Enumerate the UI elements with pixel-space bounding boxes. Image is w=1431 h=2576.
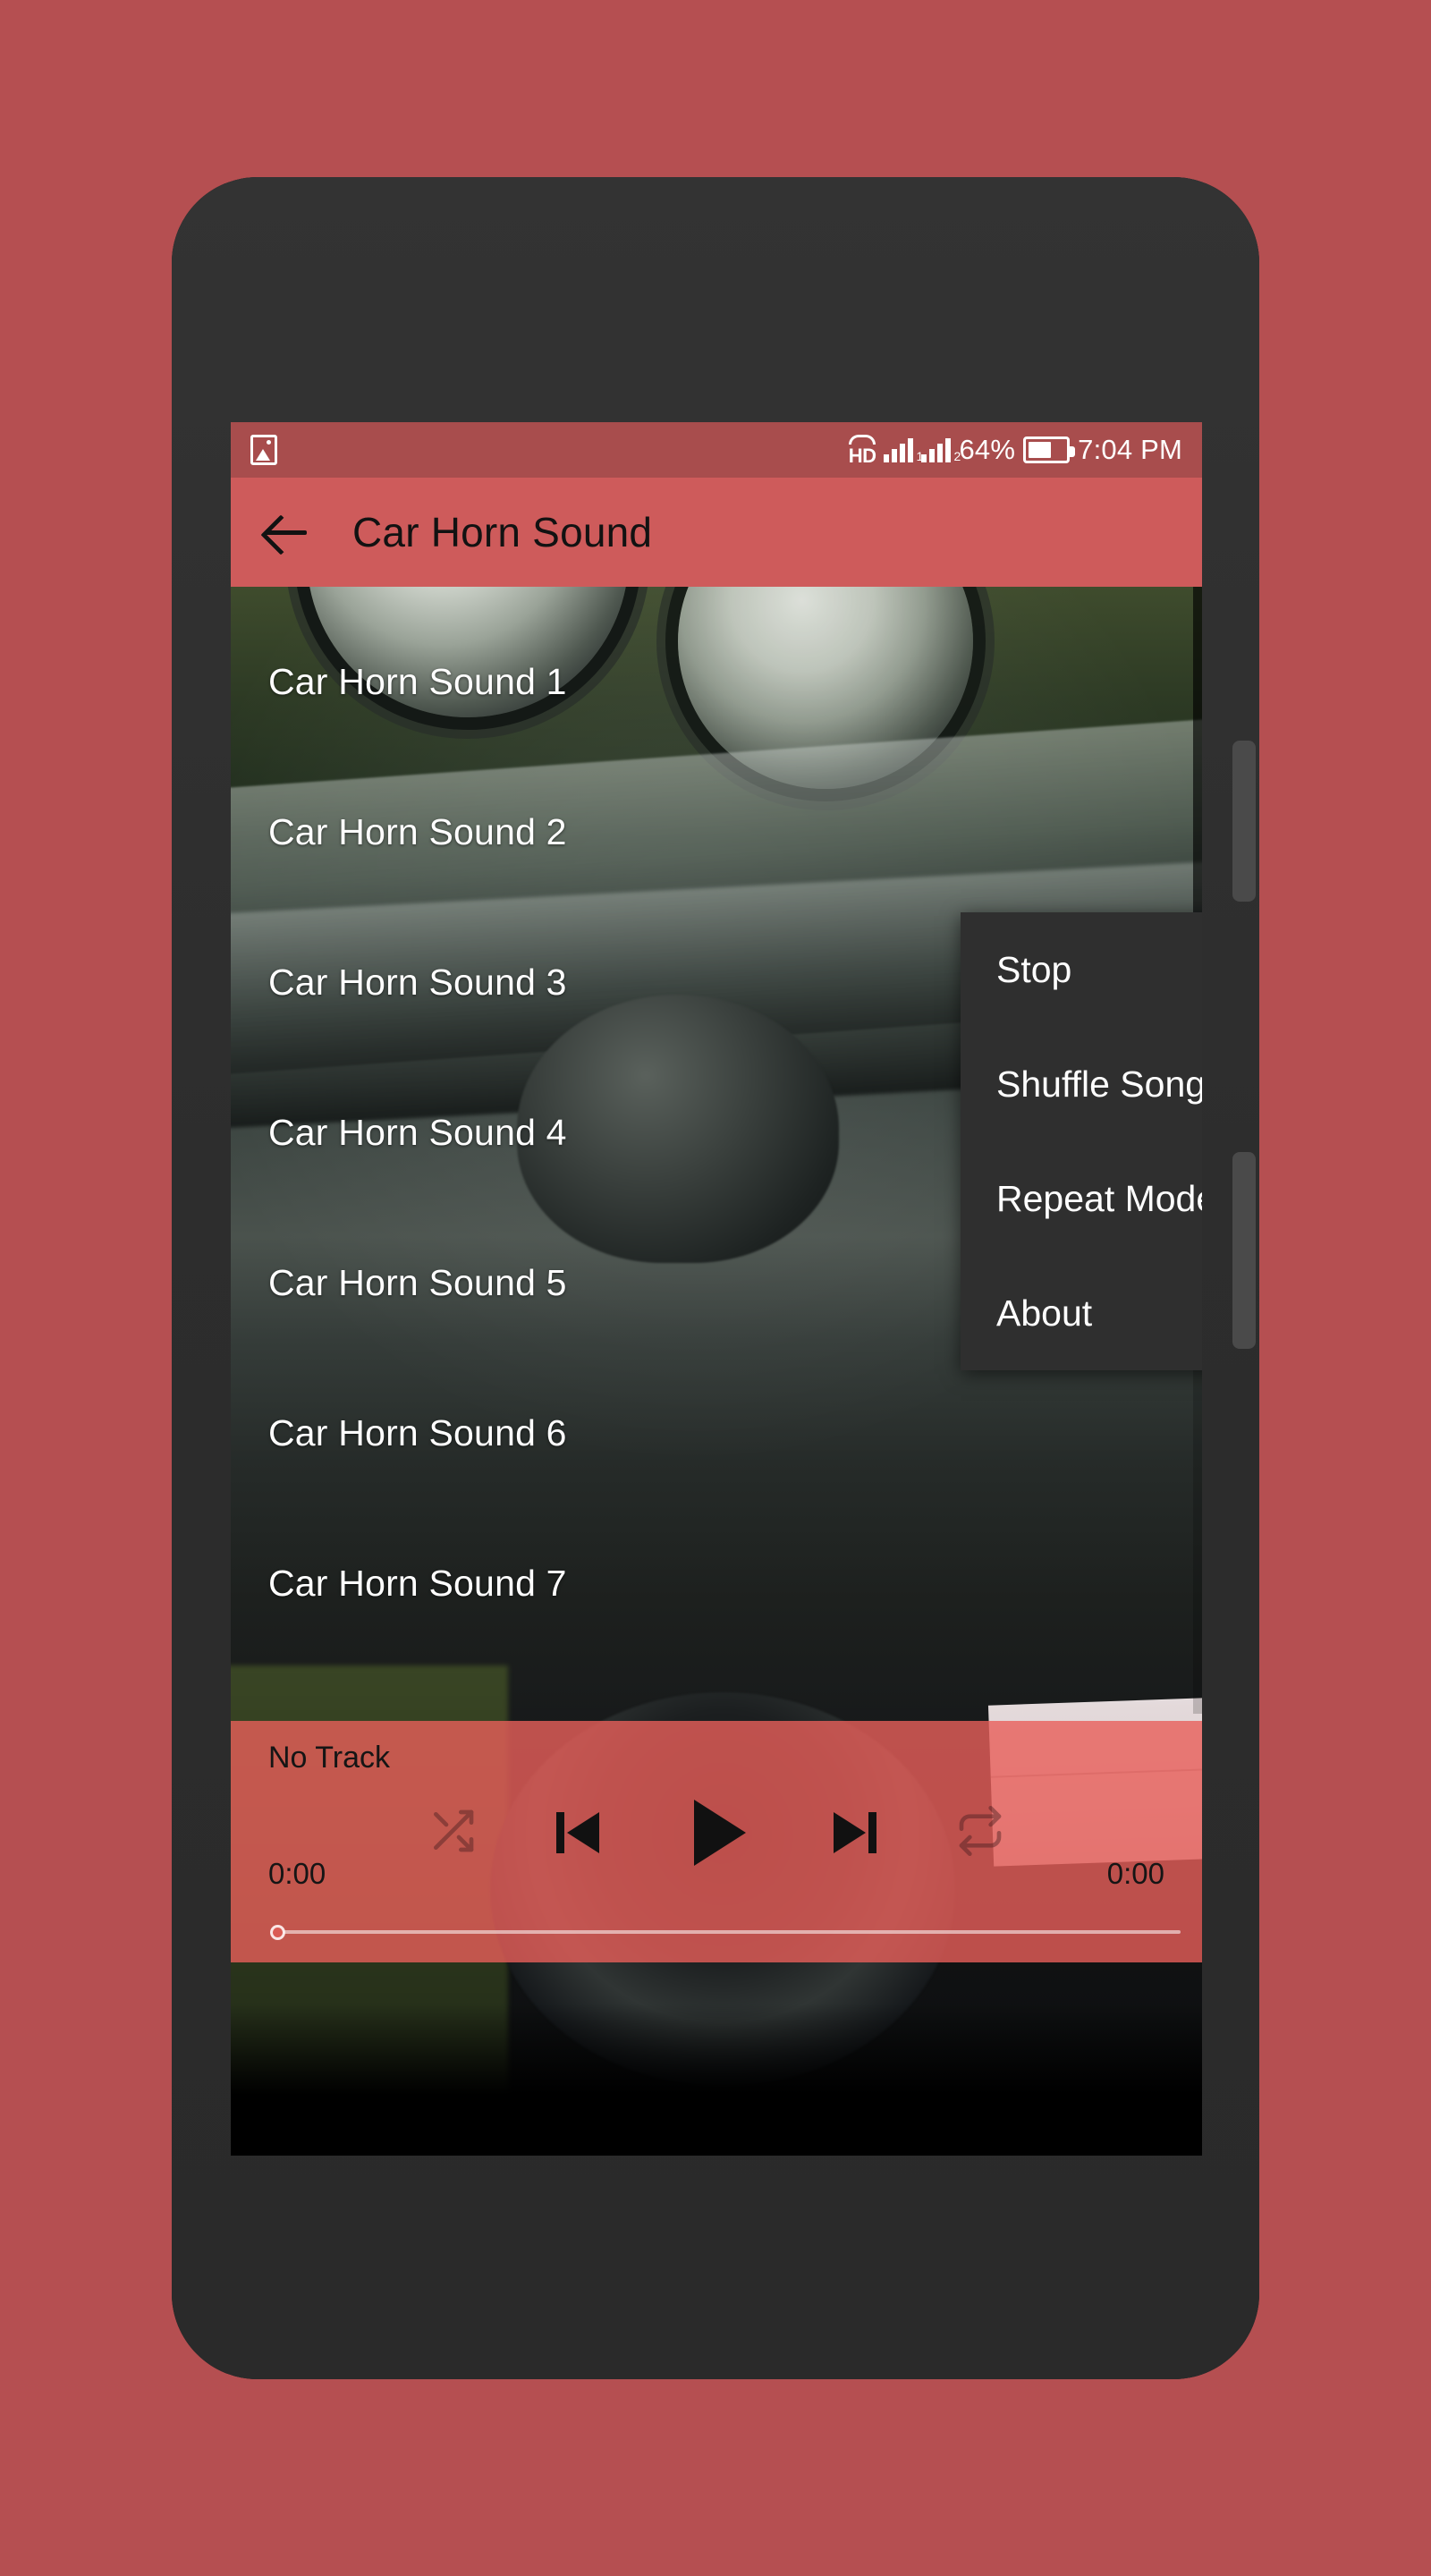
repeat-icon[interactable]	[953, 1805, 1007, 1860]
power-button[interactable]	[1232, 1152, 1256, 1349]
shuffle-icon[interactable]	[426, 1806, 479, 1860]
list-item-label: Car Horn Sound 7	[268, 1562, 567, 1604]
seek-bar[interactable]	[267, 1925, 1181, 1940]
skip-previous-icon[interactable]	[553, 1805, 608, 1860]
menu-item-label: Stop	[996, 948, 1072, 990]
menu-item-label: About	[996, 1292, 1093, 1334]
list-item-label: Car Horn Sound 5	[268, 1261, 567, 1303]
menu-item-shuffle-songs[interactable]: Shuffle Songs	[961, 1027, 1202, 1141]
menu-item-label: Repeat Mode	[996, 1177, 1202, 1219]
menu-item-about[interactable]: About	[961, 1256, 1202, 1370]
menu-item-label: Shuffle Songs	[996, 1063, 1202, 1105]
list-item-label: Car Horn Sound 3	[268, 961, 567, 1003]
signal-strength-icon-1: 1	[884, 437, 923, 462]
list-item[interactable]: Car Horn Sound 6	[231, 1358, 1202, 1508]
page-title: Car Horn Sound	[352, 509, 653, 555]
back-arrow-icon[interactable]	[261, 507, 311, 557]
battery-icon	[1023, 436, 1076, 463]
clock-label: 7:04 PM	[1078, 434, 1182, 465]
signal-strength-icon-2: 2	[921, 437, 961, 462]
list-item[interactable]: Car Horn Sound 7	[231, 1508, 1202, 1658]
list-item-label: Car Horn Sound 2	[268, 810, 567, 852]
list-item[interactable]: Car Horn Sound 1	[231, 606, 1202, 757]
volume-rocker-button[interactable]	[1232, 741, 1256, 902]
current-track-label: No Track	[268, 1741, 391, 1775]
list-item-label: Car Horn Sound 1	[268, 660, 567, 702]
phone-screen: HD 1 2 64% 7:04 PM Car Horn Sound Car Ho…	[231, 422, 1202, 2156]
total-time-label: 0:00	[1106, 1857, 1164, 1890]
battery-percent-label: 64%	[959, 434, 1016, 465]
list-item-label: Car Horn Sound 4	[268, 1111, 567, 1153]
status-bar: HD 1 2 64% 7:04 PM	[231, 422, 1202, 478]
hd-voice-icon: HD	[849, 434, 876, 466]
seek-bar-track	[283, 1930, 1181, 1934]
elapsed-time-label: 0:00	[268, 1857, 326, 1890]
skip-next-icon[interactable]	[825, 1805, 880, 1860]
player-bar: No Track 0:00 0:00	[231, 1721, 1202, 1962]
screenshot-stage: HD 1 2 64% 7:04 PM Car Horn Sound Car Ho…	[0, 0, 1431, 2576]
status-bar-left	[250, 435, 277, 465]
status-bar-right: HD 1 2 64% 7:04 PM	[849, 434, 1182, 466]
app-toolbar: Car Horn Sound	[231, 478, 1202, 587]
menu-item-repeat-mode[interactable]: Repeat Mode	[961, 1141, 1202, 1256]
play-icon[interactable]	[682, 1798, 751, 1868]
overflow-menu[interactable]: Stop Shuffle Songs Repeat Mode About	[961, 912, 1202, 1370]
seek-bar-thumb[interactable]	[270, 1925, 285, 1940]
list-item-label: Car Horn Sound 6	[268, 1411, 567, 1453]
menu-item-stop[interactable]: Stop	[961, 912, 1202, 1027]
list-item[interactable]: Car Horn Sound 2	[231, 757, 1202, 907]
wallpaper-shadow	[231, 2004, 1202, 2156]
image-icon	[250, 435, 277, 465]
player-controls	[231, 1798, 1202, 1868]
